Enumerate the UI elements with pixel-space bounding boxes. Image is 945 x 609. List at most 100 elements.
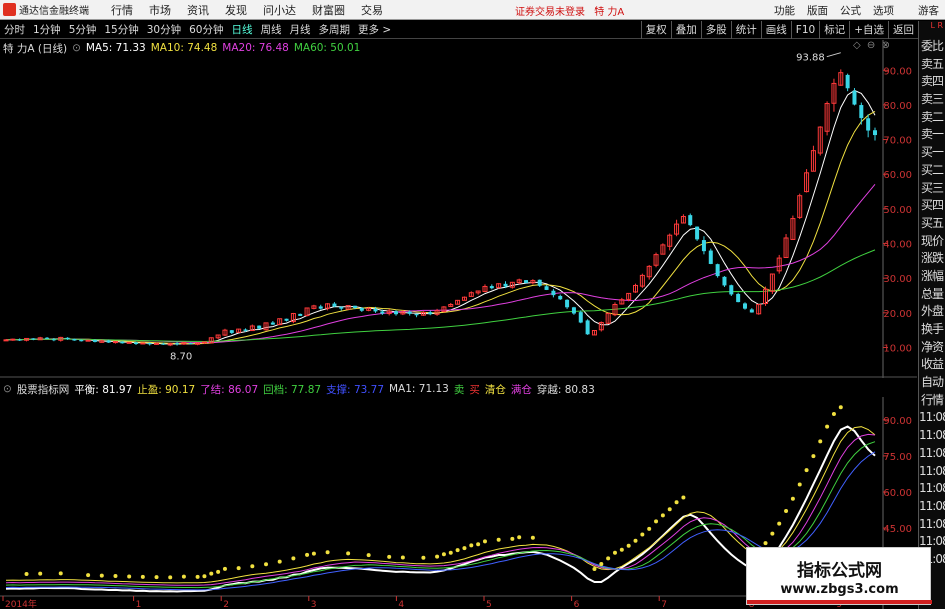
candle-body [544,286,549,290]
side-item[interactable]: 卖二 [919,109,945,127]
side-item[interactable]: 11:08 [919,463,945,481]
side-item[interactable]: 买一 [919,144,945,162]
candle-body [339,306,344,309]
side-item[interactable]: 买四 [919,197,945,215]
period-week[interactable]: 周线 [257,22,286,37]
menu-banmian[interactable]: 版面 [801,3,834,18]
signal-dot [455,548,460,553]
side-item[interactable]: 11:08 [919,480,945,498]
signal-dot [674,500,679,505]
menu-jiaoyi[interactable]: 交易 [353,2,391,18]
side-item[interactable]: 卖五 [919,56,945,74]
side-item[interactable]: 收益 [919,356,945,374]
signal-dot [216,569,221,574]
price-tick-label: 60.00 [883,170,912,181]
period-15min[interactable]: 15分钟 [100,22,142,37]
side-item[interactable]: 11:08 [919,516,945,534]
candle-body [503,283,508,287]
side-item[interactable]: 11:08 [919,445,945,463]
logo-icon [3,3,16,16]
menu-faxian[interactable]: 发现 [217,2,255,18]
side-item[interactable]: 11:08 [919,409,945,427]
app-logo: 通达信金融终端 [0,2,103,17]
side-item[interactable]: 现价 [919,233,945,251]
candle-body [31,338,36,340]
menu-wenxiaoda[interactable]: 问小达 [255,2,304,18]
candle-body [51,339,56,341]
candle-body [729,285,734,295]
signal-dot [619,547,624,552]
period-fenshi[interactable]: 分时 [0,22,29,37]
duogu-button[interactable]: 多股 [700,21,731,39]
menu-gongneng[interactable]: 功能 [768,3,801,18]
indicator-header: ⊙ 股票指标网 平衡: 81.97 止盈: 90.17 了结: 86.07 回档… [3,381,600,397]
side-item[interactable]: 行情 [919,392,945,410]
menu-gongshi[interactable]: 公式 [834,3,867,18]
back-button[interactable]: 返回 [888,21,918,39]
side-item[interactable]: 涨幅 [919,268,945,286]
candle-body [695,226,700,240]
signal-dot [510,536,515,541]
add-watchlist-button[interactable]: +自选 [849,21,888,39]
side-corner[interactable]: L R [919,21,945,38]
indicator-lines [5,405,876,593]
side-item[interactable]: 委比 [919,38,945,56]
diejia-button[interactable]: 叠加 [670,21,701,39]
signal-dot [784,508,789,513]
candles [3,69,877,347]
candle-body [537,279,542,286]
tongji-button[interactable]: 统计 [730,21,761,39]
signal-dot [202,574,207,579]
side-item[interactable]: 11:08 [919,498,945,516]
signal-dot [599,562,604,567]
indicator-tick-label: 45.00 [883,524,912,535]
candle-body [79,340,84,342]
menu-hangqing[interactable]: 行情 [103,2,141,18]
fuquan-button[interactable]: 复权 [640,21,671,39]
side-item[interactable]: 卖三 [919,91,945,109]
signal-dot [222,566,227,571]
side-item[interactable]: 买五 [919,215,945,233]
period-multi[interactable]: 多周期 [315,22,355,37]
period-5min[interactable]: 5分钟 [65,22,101,37]
time-label: 2 [223,600,229,609]
signal-dot [236,566,241,571]
candle-body [318,306,323,309]
toolbar-right: 复权 叠加 多股 统计 画线 F10 标记 +自选 返回 [640,21,918,39]
candlestick-chart[interactable]: 90.00 80.00 70.00 60.00 50.00 40.00 30.00 20.00… [0,40,917,378]
f10-button[interactable]: F10 [790,21,819,39]
menu-xuanxiang[interactable]: 选项 [867,3,900,18]
side-item[interactable]: 净资 [919,339,945,357]
side-item[interactable]: 卖四 [919,73,945,91]
signal-dot [441,552,446,557]
period-30min[interactable]: 30分钟 [143,22,185,37]
side-item[interactable]: 11:08 [919,427,945,445]
guest-label[interactable]: 游客 [912,3,945,18]
period-60min[interactable]: 60分钟 [185,22,227,37]
menu-zixun[interactable]: 资讯 [179,2,217,18]
period-month[interactable]: 月线 [286,22,315,37]
period-more[interactable]: 更多 > [354,22,395,37]
side-item[interactable]: 买三 [919,180,945,198]
period-day[interactable]: 日线 [228,22,257,37]
menu-shichang[interactable]: 市场 [141,2,179,18]
candle-body [72,338,77,341]
candle-body [10,338,16,341]
side-item[interactable]: 总量 [919,286,945,304]
side-item[interactable]: 卖一 [919,126,945,144]
huaxian-button[interactable]: 画线 [760,21,791,39]
side-item[interactable]: 换手 [919,321,945,339]
indicator-settings-icon[interactable]: ⊙ [3,383,12,395]
side-item[interactable]: 涨跌 [919,250,945,268]
side-item[interactable]: 自动 [919,374,945,392]
side-item[interactable]: 外盘 [919,303,945,321]
price-tick-label: 20.00 [883,309,912,320]
signal-dot [462,546,467,551]
candle-body [873,130,877,136]
menu-caifuquan[interactable]: 财富圈 [304,2,353,18]
signal-dot [264,562,269,567]
biaoji-button[interactable]: 标记 [819,21,849,39]
period-1min[interactable]: 1分钟 [29,22,65,37]
side-item[interactable]: 买二 [919,162,945,180]
signal-dot [797,482,802,487]
